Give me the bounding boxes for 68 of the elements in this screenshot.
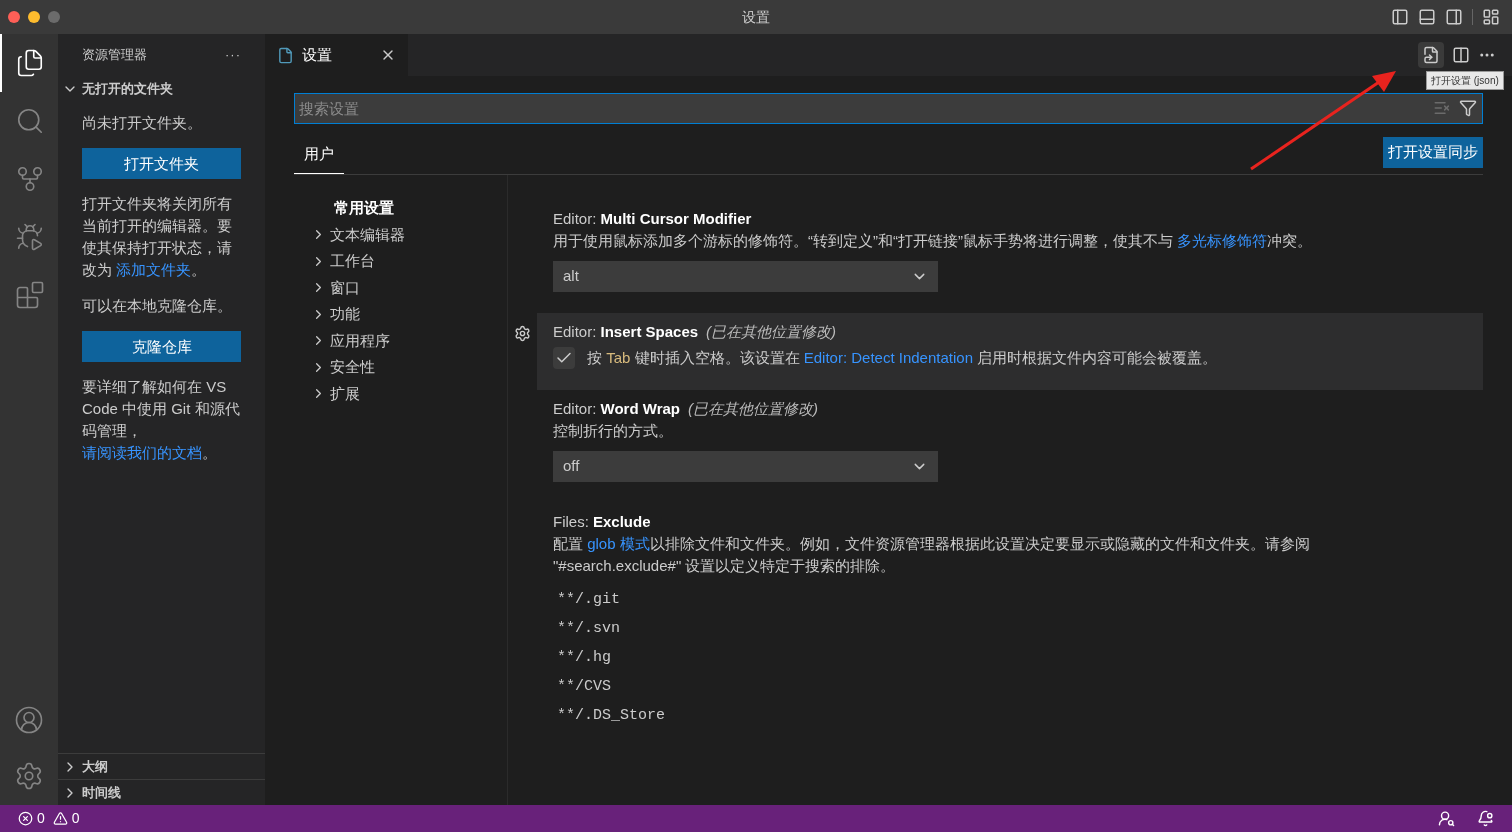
setting-title: Editor: Multi Cursor Modifier xyxy=(553,209,753,229)
minimize-window-button[interactable] xyxy=(28,11,40,23)
checkbox[interactable] xyxy=(553,347,575,369)
setting-title: Editor: Word Wrap (已在其他位置修改) xyxy=(553,399,819,419)
scope-tab[interactable]: 用户 xyxy=(294,142,344,174)
exclude-pattern[interactable]: **/.hg xyxy=(553,643,1467,672)
window-title: 设置 xyxy=(742,7,770,27)
notifications-icon[interactable] xyxy=(1477,810,1494,827)
toc-item[interactable]: 窗口 xyxy=(294,274,507,301)
sidebar-text: 打开文件夹将关闭所有当前打开的编辑器。要使其保持打开状态，请改为 添加文件夹。 xyxy=(82,194,233,280)
sidebar-text: 可以在本地克隆仓库。 xyxy=(82,296,233,316)
link[interactable]: 多光标修饰符 xyxy=(1177,232,1268,249)
warning-icon xyxy=(52,811,68,826)
sidebar-button[interactable]: 克隆仓库 xyxy=(82,331,241,362)
toc-item[interactable]: 工作台 xyxy=(294,248,507,275)
sidebar-title: 资源管理器 xyxy=(82,46,147,65)
document-icon xyxy=(1422,46,1440,64)
setting-description: 按 Tab 键时插入空格。该设置在 Editor: Detect Indentation 启用时根据文件内容可能会被覆盖。 xyxy=(587,348,1218,368)
run-debug-icon xyxy=(15,222,45,252)
settings-sync-button[interactable]: 打开设置同步 xyxy=(1383,137,1483,168)
settings-icon[interactable] xyxy=(14,761,44,791)
exclude-pattern[interactable]: **/.git xyxy=(553,585,1467,614)
sidebar-button[interactable]: 打开文件夹 xyxy=(82,148,241,179)
filter-icon[interactable] xyxy=(1459,99,1477,117)
link[interactable]: 添加文件夹 xyxy=(116,261,192,278)
dropdown[interactable]: off xyxy=(553,451,938,482)
error-icon xyxy=(18,811,33,826)
problems-indicator[interactable]: 0 0 xyxy=(18,808,80,829)
section-header[interactable]: 大纲 xyxy=(58,753,265,779)
open-json-button[interactable] xyxy=(1418,42,1444,68)
setting-description: 用于使用鼠标添加多个游标的修饰符。“转到定义”和“打开链接”鼠标手势将进行调整，使其不与 多光标修饰符冲突。 xyxy=(553,231,1314,251)
sidebar-text: 尚未打开文件夹。 xyxy=(82,113,203,133)
settings-gear-icon[interactable] xyxy=(514,325,531,342)
link[interactable]: glob 模式 xyxy=(587,535,650,552)
sidebar-text: 要详细了解如何在 VS Code 中使用 Git 和源代码管理， 请阅读我们的文档。 xyxy=(82,377,241,463)
toc-item[interactable]: 扩展 xyxy=(294,380,507,407)
branch-icon xyxy=(15,164,45,194)
editor-tab[interactable]: 设置 xyxy=(265,34,408,76)
setting-description: 控制折行的方式。 xyxy=(553,421,674,441)
exclude-pattern[interactable]: **/CVS xyxy=(553,672,1467,701)
document-icon xyxy=(277,46,294,64)
extensions-icon xyxy=(15,280,45,310)
toggle-secondary-sidebar-icon[interactable] xyxy=(1445,8,1463,26)
toc-item[interactable]: 功能 xyxy=(294,301,507,328)
setting-title: Editor: Insert Spaces (已在其他位置修改) xyxy=(553,322,838,342)
toggle-sidebar-icon[interactable] xyxy=(1391,8,1409,26)
search-icon xyxy=(15,106,45,136)
search-field[interactable]: 搜索设置 xyxy=(294,93,1483,124)
exclude-pattern[interactable]: **/.svn xyxy=(553,614,1467,643)
split-editor-icon[interactable] xyxy=(1452,46,1470,64)
toc-item[interactable]: 文本编辑器 xyxy=(294,221,507,248)
link[interactable]: 请阅读我们的文档 xyxy=(82,444,202,461)
section-header[interactable]: 无打开的文件夹 xyxy=(58,76,265,102)
toc-item[interactable]: 应用程序 xyxy=(294,327,507,354)
setting-title: Files: Exclude xyxy=(553,512,652,532)
setting-description: 配置 glob 模式以排除文件和文件夹。例如，文件资源管理器根据此设置决定要显示或隐藏的文件和文件夹。请参阅 "#search.exclude#" 设置以定义特定于搜索的排除。 xyxy=(553,534,1311,576)
link[interactable]: Editor: Detect Indentation xyxy=(803,349,973,366)
exclude-pattern[interactable]: **/.DS_Store xyxy=(553,701,1467,730)
tooltip: 打开设置 (json) xyxy=(1426,71,1504,90)
account-icon[interactable] xyxy=(14,705,44,735)
toc-item[interactable]: 常用设置 xyxy=(294,195,507,222)
more-actions-button[interactable]: ··· xyxy=(225,45,241,65)
toc-item[interactable]: 安全性 xyxy=(294,354,507,381)
close-window-button[interactable] xyxy=(8,11,20,23)
toggle-panel-icon[interactable] xyxy=(1418,8,1436,26)
dropdown[interactable]: alt xyxy=(553,261,938,292)
files-icon xyxy=(15,48,45,78)
layout-icon[interactable] xyxy=(1482,8,1500,26)
